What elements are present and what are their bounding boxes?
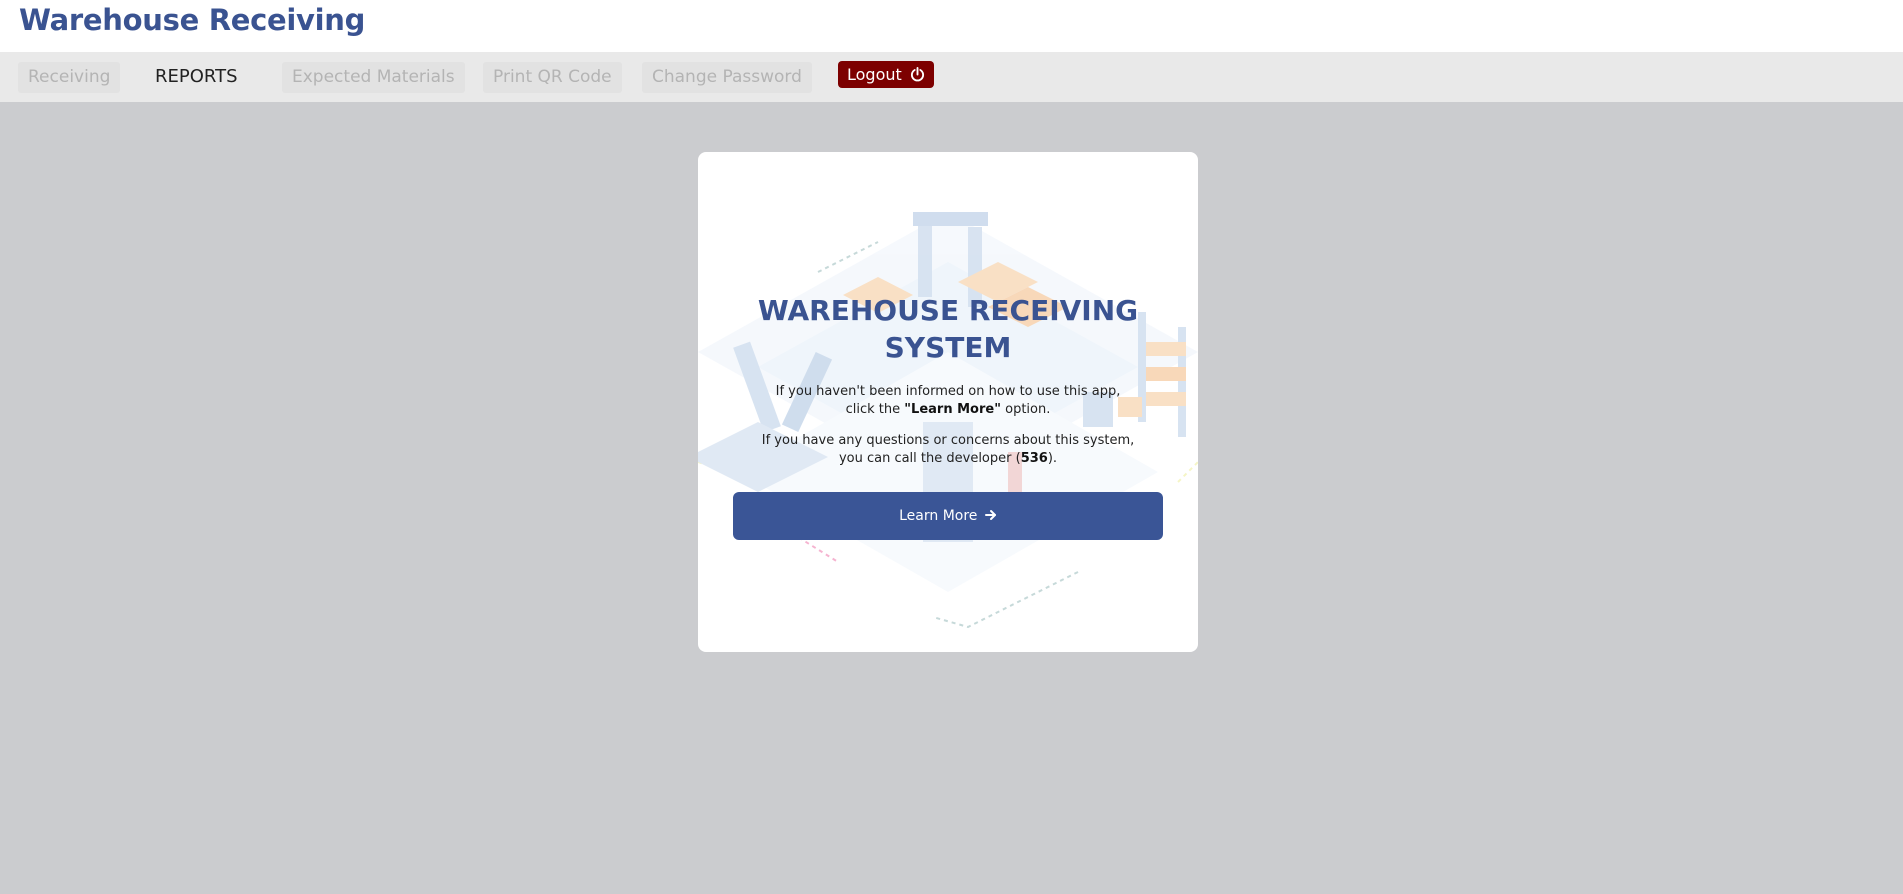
card-title-line1: WAREHOUSE RECEIVING (757, 294, 1139, 327)
info1-line1: If you haven't been informed on how to u… (775, 384, 1121, 399)
welcome-card: WAREHOUSE RECEIVING SYSTEM If you haven'… (698, 152, 1198, 652)
logout-label: Logout (847, 65, 902, 84)
card-title: WAREHOUSE RECEIVING SYSTEM (738, 292, 1158, 366)
nav-item-print-qr-code[interactable]: Print QR Code (483, 62, 622, 93)
nav-item-receiving[interactable]: Receiving (18, 62, 121, 93)
arrow-right-icon (984, 510, 996, 520)
card-content: WAREHOUSE RECEIVING SYSTEM If you haven'… (698, 152, 1198, 652)
nav-item-expected-materials[interactable]: Expected Materials (282, 62, 465, 93)
navbar: Receiving REPORTS Expected Materials Pri… (0, 52, 1903, 102)
info1-pre: click the (845, 402, 905, 417)
info1-bold: "Learn More" (904, 402, 1001, 417)
power-icon (910, 67, 924, 82)
app-title: Warehouse Receiving (19, 3, 366, 37)
info2-line1: If you have any questions or concerns ab… (761, 433, 1135, 448)
info1-post: option. (1001, 402, 1051, 417)
developer-contact-info: If you have any questions or concerns ab… (738, 432, 1158, 468)
logout-button[interactable]: Logout (838, 61, 934, 88)
info2-pre: you can call the developer ( (838, 451, 1021, 466)
learn-more-button[interactable]: Learn More (733, 492, 1163, 540)
nav-item-reports[interactable]: REPORTS (145, 61, 248, 92)
info2-post: ). (1047, 451, 1058, 466)
learn-more-info: If you haven't been informed on how to u… (738, 383, 1158, 419)
learn-more-label: Learn More (899, 508, 978, 524)
app-header: Warehouse Receiving (0, 0, 1903, 52)
developer-extension: 536 (1020, 451, 1048, 466)
nav-item-change-password[interactable]: Change Password (642, 62, 812, 93)
card-title-line2: SYSTEM (884, 331, 1012, 364)
